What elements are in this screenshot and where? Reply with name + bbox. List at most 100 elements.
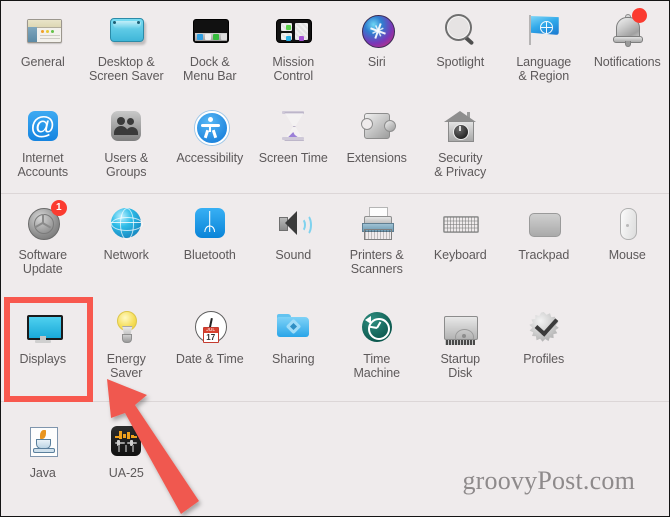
users-groups-icon: [105, 105, 147, 147]
pref-item-bluetooth[interactable]: ᛦ Bluetooth: [168, 194, 252, 298]
software-update-icon: 1: [22, 200, 67, 244]
pref-item-empty: [586, 298, 670, 401]
bluetooth-icon: ᛦ: [189, 202, 231, 244]
pref-item-security-privacy[interactable]: Security & Privacy: [419, 97, 503, 193]
watermark-text: groovyPost.com: [462, 466, 635, 495]
date-time-icon: JUL 17: [189, 306, 231, 348]
pref-label: UA-25: [108, 466, 144, 480]
hardware-section: 1 Software Update Network ᛦ Bluetooth So…: [1, 194, 669, 401]
pref-label: General: [20, 55, 65, 69]
pref-label: Bluetooth: [183, 248, 236, 262]
pref-item-internet-accounts[interactable]: @ Internet Accounts: [1, 97, 85, 193]
pref-item-mission-control[interactable]: Mission Control: [252, 1, 336, 97]
pref-label: Spotlight: [436, 55, 485, 69]
pref-row-3: 1 Software Update Network ᛦ Bluetooth So…: [1, 194, 669, 298]
pref-label: Dock & Menu Bar: [183, 55, 237, 83]
pref-label: Accessibility: [176, 151, 244, 165]
time-machine-icon: [356, 306, 398, 348]
language-region-icon: [523, 9, 565, 51]
pref-item-siri[interactable]: Siri: [335, 1, 419, 97]
pref-item-software-update[interactable]: 1 Software Update: [1, 194, 85, 298]
pref-label: Trackpad: [518, 248, 570, 262]
pref-item-sharing[interactable]: Sharing: [252, 298, 336, 401]
pref-label: Extensions: [346, 151, 407, 165]
energy-saver-icon: [105, 306, 147, 348]
pref-row-2: @ Internet Accounts Users & Groups Acces…: [1, 97, 669, 193]
pref-label: Mission Control: [272, 55, 315, 83]
pref-item-ua-25[interactable]: UA-25: [85, 402, 169, 502]
mission-control-icon: [272, 9, 314, 51]
pref-item-accessibility[interactable]: Accessibility: [168, 97, 252, 193]
pref-item-empty: [502, 97, 586, 193]
pref-item-empty: [335, 402, 419, 502]
pref-label: Desktop & Screen Saver: [88, 55, 164, 83]
pref-label: Language & Region: [516, 55, 572, 83]
keyboard-icon: [439, 202, 481, 244]
pref-item-sound[interactable]: Sound: [252, 194, 336, 298]
notifications-icon: [606, 8, 648, 51]
mouse-icon: [606, 202, 648, 244]
pref-item-empty: [252, 402, 336, 502]
pref-label: Sharing: [272, 352, 315, 366]
pref-item-mouse[interactable]: Mouse: [586, 194, 670, 298]
network-icon: [105, 202, 147, 244]
pref-item-keyboard[interactable]: Keyboard: [419, 194, 503, 298]
sharing-icon: [272, 306, 314, 348]
pref-row-4: Displays Energy Saver JUL 17 Date & Time…: [1, 298, 669, 401]
at-glyph: @: [30, 112, 56, 140]
personal-section: General Desktop & Screen Saver Dock & Me…: [1, 1, 669, 193]
pref-label: Screen Time: [258, 151, 328, 165]
pref-item-extensions[interactable]: Extensions: [335, 97, 419, 193]
general-icon: [22, 9, 64, 51]
pref-label: Displays: [19, 352, 67, 366]
accessibility-icon: [189, 105, 231, 147]
pref-label: Notifications: [593, 55, 661, 69]
pref-label: Mouse: [608, 248, 646, 262]
pref-label: Energy Saver: [106, 352, 146, 380]
spotlight-icon: [439, 9, 481, 51]
pref-item-screen-time[interactable]: Screen Time: [252, 97, 336, 193]
pref-item-spotlight[interactable]: Spotlight: [419, 1, 503, 97]
pref-item-empty: [168, 402, 252, 502]
pref-item-profiles[interactable]: Profiles: [502, 298, 586, 401]
internet-accounts-icon: @: [22, 105, 64, 147]
pref-item-users-groups[interactable]: Users & Groups: [85, 97, 169, 193]
pref-label: Sound: [275, 248, 312, 262]
dock-menubar-icon: [189, 9, 231, 51]
screen-time-icon: [272, 105, 314, 147]
sound-icon: [272, 202, 314, 244]
pref-item-network[interactable]: Network: [85, 194, 169, 298]
profiles-icon: [523, 306, 565, 348]
pref-label: Profiles: [523, 352, 565, 366]
system-preferences-window: General Desktop & Screen Saver Dock & Me…: [0, 0, 670, 517]
pref-item-time-machine[interactable]: Time Machine: [335, 298, 419, 401]
trackpad-icon: [523, 202, 565, 244]
pref-item-notifications[interactable]: Notifications: [586, 1, 670, 97]
pref-item-startup-disk[interactable]: Startup Disk: [419, 298, 503, 401]
pref-item-displays[interactable]: Displays: [1, 298, 85, 401]
pref-item-desktop-screen-saver[interactable]: Desktop & Screen Saver: [85, 1, 169, 97]
extensions-icon: [356, 105, 398, 147]
pref-item-dock-menu-bar[interactable]: Dock & Menu Bar: [168, 1, 252, 97]
security-privacy-icon: [439, 105, 481, 147]
pref-label: Date & Time: [175, 352, 244, 366]
pref-label: Java: [29, 466, 56, 480]
pref-label: Network: [103, 248, 149, 262]
desktop-screensaver-icon: [105, 9, 147, 51]
update-count-badge: 1: [50, 200, 67, 216]
pref-item-java[interactable]: Java: [1, 402, 85, 502]
pref-row-1: General Desktop & Screen Saver Dock & Me…: [1, 1, 669, 97]
pref-item-energy-saver[interactable]: Energy Saver: [85, 298, 169, 401]
pref-label: Users & Groups: [104, 151, 149, 179]
pref-item-date-time[interactable]: JUL 17 Date & Time: [168, 298, 252, 401]
pref-label: Startup Disk: [440, 352, 481, 380]
pref-label: Keyboard: [433, 248, 487, 262]
pref-item-trackpad[interactable]: Trackpad: [502, 194, 586, 298]
bluetooth-glyph: ᛦ: [202, 209, 217, 236]
pref-item-empty: [586, 97, 670, 193]
pref-label: Security & Privacy: [434, 151, 487, 179]
clock-day: 17: [206, 333, 216, 342]
pref-item-language-region[interactable]: Language & Region: [502, 1, 586, 97]
pref-item-printers-scanners[interactable]: Printers & Scanners: [335, 194, 419, 298]
pref-item-general[interactable]: General: [1, 1, 85, 97]
